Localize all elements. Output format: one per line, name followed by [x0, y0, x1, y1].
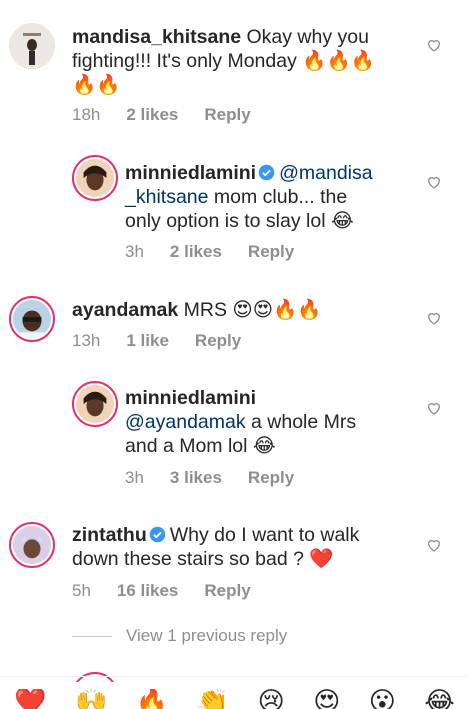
mention-link[interactable]: @mandisa: [279, 162, 373, 184]
comment-text: mandisa_khitsane Okay why you fighting!!…: [72, 25, 412, 97]
avatar[interactable]: [9, 23, 55, 69]
reply-button[interactable]: Reply: [204, 581, 250, 601]
avatar[interactable]: [9, 522, 55, 568]
avatar-image: [13, 526, 51, 564]
timestamp: 3h: [125, 468, 144, 487]
comment-text: minniedlamini @ayandamak a whole Mrs and…: [125, 386, 425, 458]
like-heart-icon[interactable]: [426, 537, 442, 553]
like-heart-icon[interactable]: [426, 174, 442, 190]
reply-button[interactable]: Reply: [248, 242, 294, 262]
avatar-image: [13, 300, 51, 338]
comment-text: minniedlamini @mandisa _khitsane mom club…: [125, 161, 425, 233]
comment-body: down these stairs so bad ? ❤️: [72, 548, 334, 570]
avatar-image: [76, 385, 114, 423]
comment-body: and a Mom lol 😂: [125, 435, 276, 457]
view-previous-replies-button[interactable]: View 1 previous reply: [72, 626, 287, 646]
avatar[interactable]: [72, 155, 118, 201]
raised-hands-emoji-button[interactable]: 🙌: [75, 689, 107, 709]
timestamp: 13h: [72, 331, 101, 350]
fire-emoji-button[interactable]: 🔥: [136, 689, 168, 709]
comment-text: ayandamak MRS 😍😍🔥🔥: [72, 298, 412, 322]
heart-emoji-button[interactable]: ❤️: [14, 689, 46, 709]
comment-body: Why do I want to walk: [169, 524, 360, 546]
view-replies-label: View 1 previous reply: [126, 626, 288, 645]
likes-count[interactable]: 2 likes: [126, 105, 178, 125]
username[interactable]: zintathu: [72, 524, 147, 546]
reply-button[interactable]: Reply: [204, 105, 250, 125]
comment-body: MRS 😍😍🔥🔥: [178, 299, 322, 321]
comment-text: zintathu Why do I want to walk down these…: [72, 523, 412, 571]
avatar[interactable]: [9, 296, 55, 342]
verified-badge-icon: [258, 164, 275, 181]
timestamp: 18h: [72, 105, 101, 124]
mention-link[interactable]: @ayandamak: [125, 411, 246, 433]
reply-button[interactable]: Reply: [248, 468, 294, 488]
verified-badge-icon: [149, 526, 166, 543]
like-heart-icon[interactable]: [426, 37, 442, 53]
comment-body: a whole Mrs: [245, 411, 357, 433]
likes-count[interactable]: 16 likes: [117, 581, 178, 601]
comment-body: 🔥🔥: [72, 74, 121, 96]
likes-count[interactable]: 3 likes: [170, 468, 222, 488]
username[interactable]: minniedlamini: [125, 387, 256, 409]
comment-meta: 18h 2 likes Reply: [72, 105, 251, 125]
username[interactable]: ayandamak: [72, 299, 178, 321]
clapping-hands-emoji-button[interactable]: 👏: [197, 689, 229, 709]
avatar-image: [76, 159, 114, 197]
comment-meta: 13h 1 like Reply: [72, 331, 241, 351]
avatar[interactable]: [72, 381, 118, 427]
comment-meta: 3h 2 likes Reply: [125, 242, 294, 262]
surprised-face-emoji-button[interactable]: 😮: [369, 689, 396, 709]
comment-body: only option is to slay lol 😂: [125, 210, 354, 232]
likes-count[interactable]: 2 likes: [170, 242, 222, 262]
comment-body: mom club... the: [208, 186, 348, 208]
username[interactable]: minniedlamini: [125, 162, 256, 184]
like-heart-icon[interactable]: [426, 400, 442, 416]
reply-button[interactable]: Reply: [195, 331, 241, 351]
heart-eyes-emoji-button[interactable]: 😍: [313, 689, 340, 709]
likes-count[interactable]: 1 like: [126, 331, 169, 351]
like-heart-icon[interactable]: [426, 310, 442, 326]
avatar-image: [9, 23, 55, 69]
comment-meta: 3h 3 likes Reply: [125, 468, 294, 488]
mention-link[interactable]: _khitsane: [125, 186, 208, 208]
comment-body: fighting!!! It's only Monday 🔥🔥🔥: [72, 50, 376, 72]
crying-face-emoji-button[interactable]: 😢: [258, 689, 285, 709]
divider: [72, 635, 112, 637]
timestamp: 5h: [72, 581, 91, 600]
tears-of-joy-emoji-button[interactable]: 😂: [424, 689, 454, 709]
comment-meta: 5h 16 likes Reply: [72, 581, 251, 601]
timestamp: 3h: [125, 242, 144, 261]
comment-body: Okay why you: [241, 26, 369, 48]
emoji-reaction-bar: ❤️ 🙌 🔥 👏 😢 😍 😮 😂: [0, 676, 469, 709]
username[interactable]: mandisa_khitsane: [72, 26, 241, 48]
